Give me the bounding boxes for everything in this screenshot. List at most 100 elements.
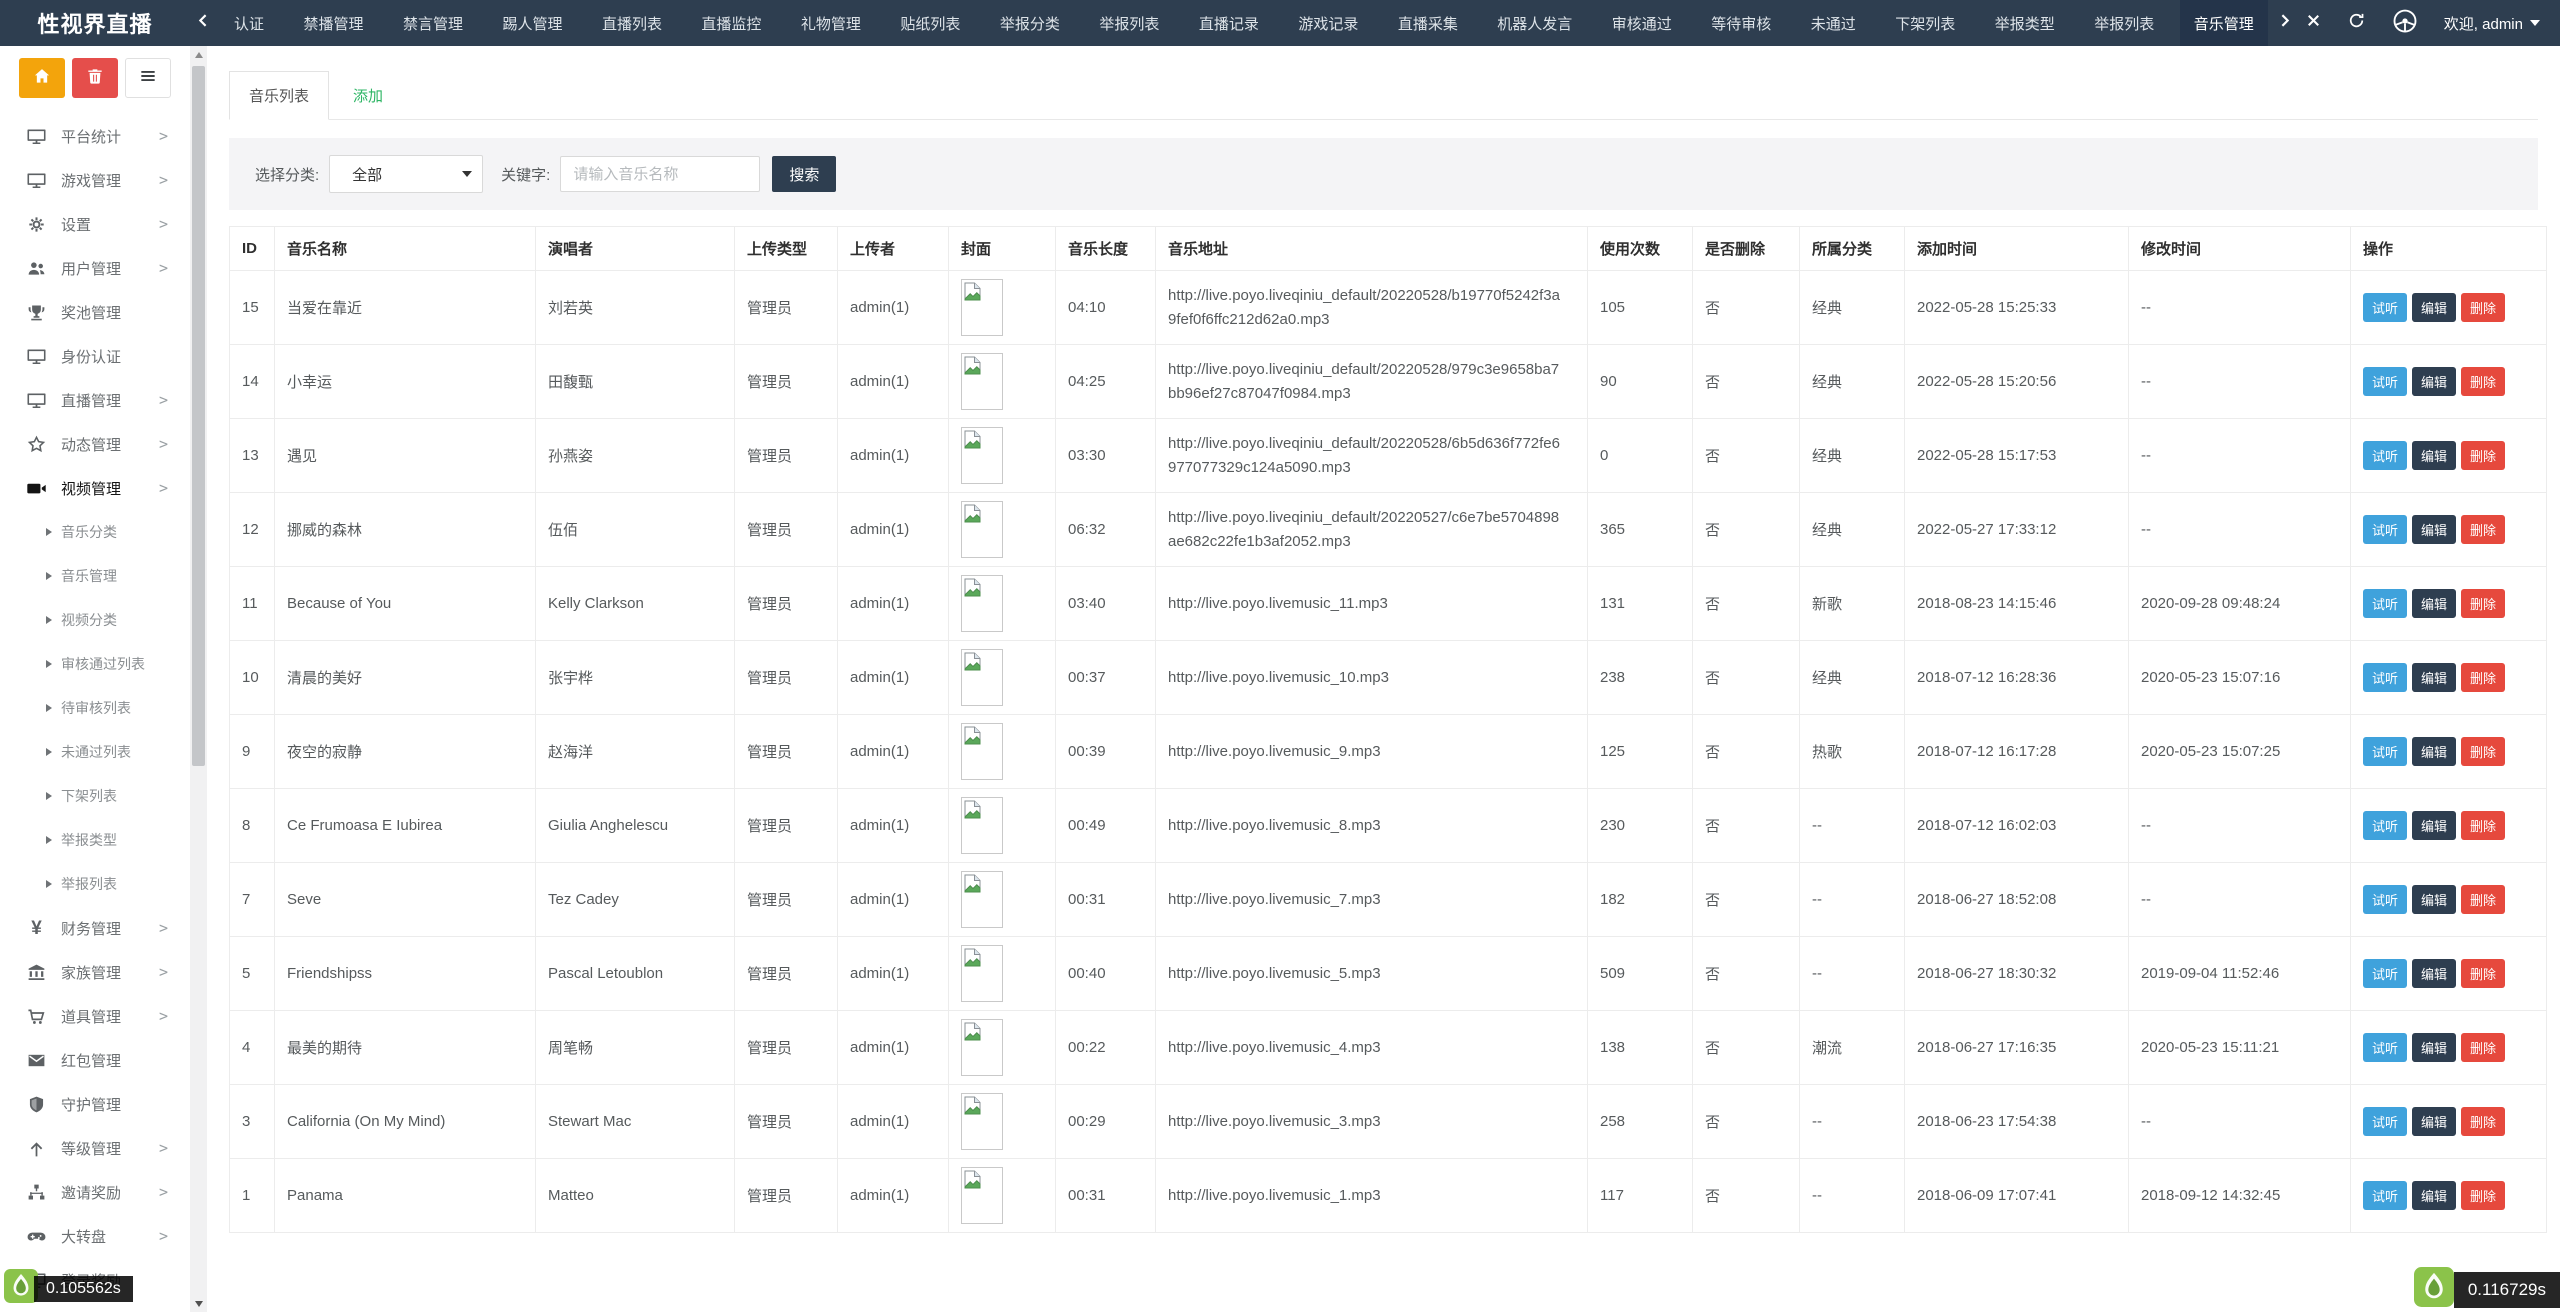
topbar-tab[interactable]: 举报列表 — [1085, 0, 1173, 46]
topbar-tab[interactable]: 贴纸列表 — [886, 0, 974, 46]
delete-button[interactable]: 删除 — [2461, 367, 2505, 396]
sidebar-item-设置[interactable]: 设置> — [0, 202, 190, 246]
clear-cache-button[interactable] — [72, 58, 118, 98]
listen-button[interactable]: 试听 — [2363, 515, 2407, 544]
refresh-button[interactable] — [2347, 14, 2366, 33]
sidebar-subitem-下架列表[interactable]: 下架列表 — [0, 774, 190, 818]
sidebar-item-道具管理[interactable]: 道具管理> — [0, 994, 190, 1038]
menu-list-button[interactable] — [125, 58, 171, 98]
sidebar-item-游戏管理[interactable]: 游戏管理> — [0, 158, 190, 202]
home-button[interactable] — [19, 58, 65, 98]
scroll-up-arrow-icon[interactable] — [190, 46, 207, 63]
sidebar-subitem-音乐分类[interactable]: 音乐分类 — [0, 510, 190, 554]
edit-button[interactable]: 编辑 — [2412, 293, 2456, 322]
listen-button[interactable]: 试听 — [2363, 959, 2407, 988]
listen-button[interactable]: 试听 — [2363, 885, 2407, 914]
listen-button[interactable]: 试听 — [2363, 663, 2407, 692]
delete-button[interactable]: 删除 — [2461, 811, 2505, 840]
sidebar-subitem-未通过列表[interactable]: 未通过列表 — [0, 730, 190, 774]
topbar-tab[interactable]: 直播列表 — [588, 0, 676, 46]
topbar-tab[interactable]: 禁言管理 — [389, 0, 477, 46]
listen-button[interactable]: 试听 — [2363, 737, 2407, 766]
topbar-tab[interactable]: 踢人管理 — [488, 0, 576, 46]
listen-button[interactable]: 试听 — [2363, 441, 2407, 470]
edit-button[interactable]: 编辑 — [2412, 441, 2456, 470]
delete-button[interactable]: 删除 — [2461, 885, 2505, 914]
topbar-tab[interactable]: 举报列表 — [2080, 0, 2168, 46]
listen-button[interactable]: 试听 — [2363, 293, 2407, 322]
sidebar-item-平台统计[interactable]: 平台统计> — [0, 114, 190, 158]
topbar-tab[interactable]: 直播采集 — [1384, 0, 1472, 46]
topbar-tab[interactable]: 直播监控 — [687, 0, 775, 46]
sidebar-item-大转盘[interactable]: 大转盘> — [0, 1214, 190, 1258]
tab-add[interactable]: 添加 — [339, 72, 397, 119]
listen-button[interactable]: 试听 — [2363, 1107, 2407, 1136]
topbar-tab[interactable]: 礼物管理 — [787, 0, 875, 46]
edit-button[interactable]: 编辑 — [2412, 959, 2456, 988]
topbar-tab[interactable]: 音乐管理 — [2180, 0, 2268, 46]
listen-button[interactable]: 试听 — [2363, 589, 2407, 618]
keyword-input[interactable] — [560, 156, 760, 192]
edit-button[interactable]: 编辑 — [2412, 885, 2456, 914]
delete-button[interactable]: 删除 — [2461, 1033, 2505, 1062]
sidebar-subitem-待审核列表[interactable]: 待审核列表 — [0, 686, 190, 730]
edit-button[interactable]: 编辑 — [2412, 515, 2456, 544]
search-button[interactable]: 搜索 — [772, 156, 836, 192]
scroll-down-arrow-icon[interactable] — [190, 1295, 207, 1312]
sidebar-item-财务管理[interactable]: ¥财务管理> — [0, 906, 190, 950]
topbar-tab[interactable]: 下架列表 — [1881, 0, 1969, 46]
delete-button[interactable]: 删除 — [2461, 737, 2505, 766]
sidebar-item-动态管理[interactable]: 动态管理> — [0, 422, 190, 466]
edit-button[interactable]: 编辑 — [2412, 367, 2456, 396]
sidebar-subitem-举报类型[interactable]: 举报类型 — [0, 818, 190, 862]
topbar-tab[interactable]: 等待审核 — [1697, 0, 1785, 46]
listen-button[interactable]: 试听 — [2363, 811, 2407, 840]
listen-button[interactable]: 试听 — [2363, 1033, 2407, 1062]
delete-button[interactable]: 删除 — [2461, 293, 2505, 322]
delete-button[interactable]: 删除 — [2461, 1107, 2505, 1136]
sidebar-item-视频管理[interactable]: 视频管理> — [0, 466, 190, 510]
sidebar-item-用户管理[interactable]: 用户管理> — [0, 246, 190, 290]
sidebar-scrollbar[interactable] — [190, 46, 207, 1312]
topbar-tab[interactable]: 举报分类 — [986, 0, 1074, 46]
sidebar-item-等级管理[interactable]: 等级管理> — [0, 1126, 190, 1170]
delete-button[interactable]: 删除 — [2461, 441, 2505, 470]
edit-button[interactable]: 编辑 — [2412, 589, 2456, 618]
sidebar-item-守护管理[interactable]: 守护管理 — [0, 1082, 190, 1126]
sidebar-item-身份认证[interactable]: 身份认证 — [0, 334, 190, 378]
topbar-tab[interactable]: 未通过 — [1797, 0, 1870, 46]
scrollbar-thumb[interactable] — [192, 66, 205, 766]
edit-button[interactable]: 编辑 — [2412, 811, 2456, 840]
sidebar-item-直播管理[interactable]: 直播管理> — [0, 378, 190, 422]
topbar-tab[interactable]: 游戏记录 — [1284, 0, 1372, 46]
welcome-menu[interactable]: 欢迎, admin — [2444, 13, 2540, 34]
sidebar-item-红包管理[interactable]: 红包管理 — [0, 1038, 190, 1082]
edit-button[interactable]: 编辑 — [2412, 737, 2456, 766]
sidebar-subitem-举报列表[interactable]: 举报列表 — [0, 862, 190, 906]
edit-button[interactable]: 编辑 — [2412, 1181, 2456, 1210]
listen-button[interactable]: 试听 — [2363, 1181, 2407, 1210]
delete-button[interactable]: 删除 — [2461, 515, 2505, 544]
topbar-tab[interactable]: 举报类型 — [1981, 0, 2069, 46]
tabs-scroll-right-button[interactable] — [2272, 0, 2298, 46]
edit-button[interactable]: 编辑 — [2412, 663, 2456, 692]
category-select[interactable]: 全部 — [329, 155, 483, 193]
topbar-tab[interactable]: 禁播管理 — [289, 0, 377, 46]
avatar[interactable] — [2390, 8, 2420, 38]
topbar-tab[interactable]: 审核通过 — [1598, 0, 1686, 46]
sidebar-subitem-审核通过列表[interactable]: 审核通过列表 — [0, 642, 190, 686]
topbar-tab[interactable]: 机器人发言 — [1483, 0, 1586, 46]
topbar-tab[interactable]: 直播记录 — [1185, 0, 1273, 46]
tabs-scroll-left-button[interactable] — [190, 0, 216, 46]
sidebar-subitem-视频分类[interactable]: 视频分类 — [0, 598, 190, 642]
topbar-tab[interactable]: 认证 — [220, 0, 278, 46]
sidebar-subitem-音乐管理[interactable]: 音乐管理 — [0, 554, 190, 598]
delete-button[interactable]: 删除 — [2461, 663, 2505, 692]
sidebar-item-邀请奖励[interactable]: 邀请奖励> — [0, 1170, 190, 1214]
delete-button[interactable]: 删除 — [2461, 1181, 2505, 1210]
tab-music-list[interactable]: 音乐列表 — [229, 71, 329, 120]
sidebar-item-奖池管理[interactable]: 奖池管理 — [0, 290, 190, 334]
sidebar-item-家族管理[interactable]: 家族管理> — [0, 950, 190, 994]
delete-button[interactable]: 删除 — [2461, 959, 2505, 988]
listen-button[interactable]: 试听 — [2363, 367, 2407, 396]
